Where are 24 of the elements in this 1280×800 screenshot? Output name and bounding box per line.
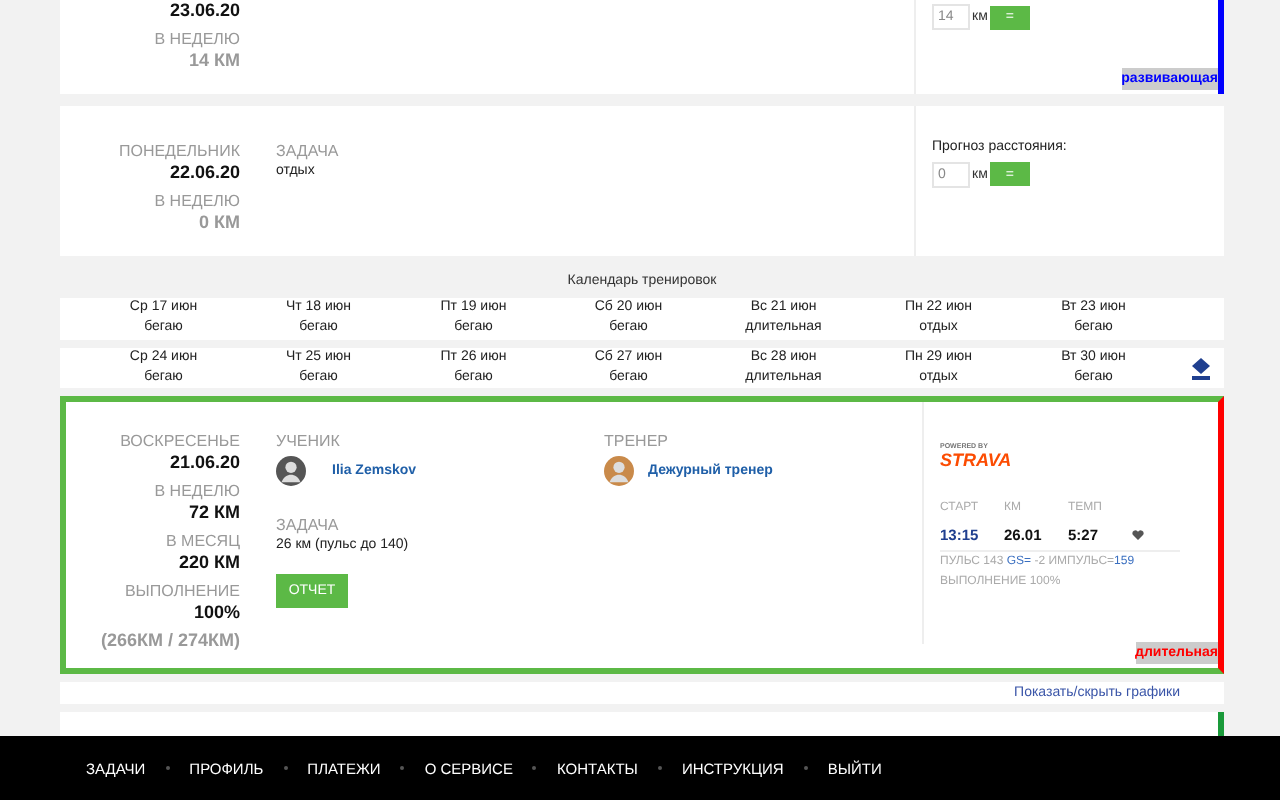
week-label: В НЕДЕЛЮ bbox=[154, 189, 240, 211]
completion-detail: (266КМ / 274КМ) bbox=[100, 630, 240, 653]
strava-logo: STRAVA bbox=[940, 450, 1014, 471]
coach-label: ТРЕНЕР bbox=[604, 430, 671, 453]
student-label: УЧЕНИК bbox=[276, 430, 342, 453]
avatar-icon bbox=[276, 456, 306, 487]
task-label: ЗАДАЧА bbox=[276, 139, 341, 161]
month-label: В МЕСЯЦ bbox=[165, 530, 240, 553]
avatar-icon bbox=[604, 456, 634, 487]
week-distance: 72 КМ bbox=[188, 502, 240, 525]
week-distance: 0 КМ bbox=[199, 211, 240, 233]
date: 23.06.20 bbox=[169, 0, 240, 22]
month-distance: 220 КМ bbox=[178, 552, 240, 575]
week-distance: 14 КМ bbox=[188, 50, 240, 72]
completion-percent: 100% bbox=[193, 602, 240, 625]
weekday-label: ПОНЕДЕЛЬНИК bbox=[118, 139, 240, 161]
completion-label: ВЫПОЛНЕНИЕ bbox=[124, 580, 240, 603]
task-label: ЗАДАЧА bbox=[276, 514, 339, 537]
heart-icon[interactable] bbox=[1132, 530, 1144, 541]
weekday-label: ВОСКРЕСЕНЬЕ bbox=[120, 430, 240, 453]
week-label: В НЕДЕЛЮ bbox=[154, 480, 240, 503]
week-label: В НЕДЕЛЮ bbox=[154, 28, 240, 50]
date: 22.06.20 bbox=[169, 161, 240, 183]
date: 21.06.20 bbox=[169, 452, 240, 475]
